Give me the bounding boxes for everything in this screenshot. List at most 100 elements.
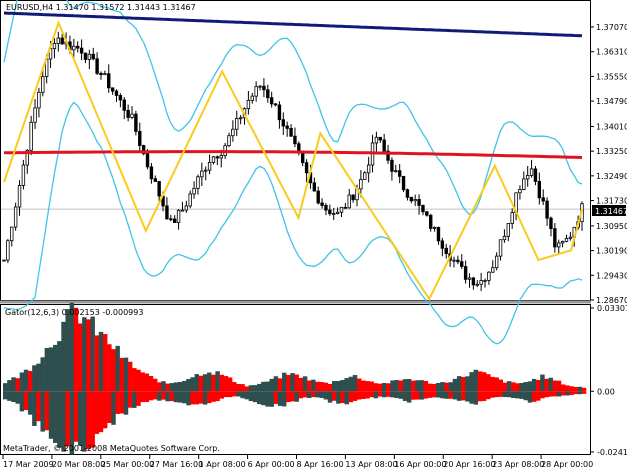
candle-body: [429, 214, 433, 229]
candle-body: [192, 187, 196, 195]
gator-upper-bar: [356, 378, 362, 392]
candle-body: [215, 156, 220, 159]
gator-upper-bar: [348, 376, 354, 392]
gator-lower-bar: [140, 391, 145, 403]
gator-upper-bar: [565, 385, 570, 392]
gator-upper-bar: [519, 382, 524, 392]
candle-body: [312, 182, 317, 192]
gator-upper-bar: [561, 384, 566, 392]
gator-upper-bar: [340, 379, 345, 392]
candle-body: [258, 85, 262, 88]
candle-body: [332, 213, 336, 215]
gator-upper-bar: [90, 316, 95, 392]
trading-chart[interactable]: 1.37070 1.36310 1.35550 1.34790 1.34010 1.332…: [0, 0, 627, 470]
gator-upper-bar: [452, 378, 458, 392]
gator-lower-bar: [23, 391, 29, 411]
gator-upper-bar: [223, 376, 229, 392]
gator-upper-bar: [86, 319, 91, 392]
candle-body: [107, 73, 111, 89]
gator-upper-bar: [98, 331, 104, 392]
gator-upper-bar: [361, 380, 366, 392]
gator-lower-bar: [165, 391, 170, 402]
gator-lower-bar: [269, 391, 274, 407]
gator-lower-bar: [177, 391, 183, 403]
gator-lower-bar: [340, 391, 345, 404]
gator-upper-bar: [186, 379, 191, 392]
gator-lower-bar: [398, 391, 404, 399]
gator-upper-bar: [286, 374, 291, 392]
gator-upper-bar: [111, 349, 116, 392]
gator-upper-bar: [319, 382, 324, 392]
candle-body: [41, 76, 45, 93]
gator-upper-bar: [102, 334, 108, 392]
candle-body: [463, 266, 468, 280]
candle-body: [281, 119, 286, 127]
gator-lower-bar: [82, 391, 87, 452]
gator-lower-bar: [273, 391, 279, 404]
gator-lower-bar: [7, 391, 12, 401]
gator-upper-bar: [244, 386, 249, 392]
candle-body: [130, 113, 134, 118]
gator-lower-bar: [27, 391, 33, 415]
candle-body: [114, 90, 119, 96]
gator-upper-bar: [569, 386, 574, 392]
gator-upper-bar: [194, 374, 200, 392]
candle-body: [87, 53, 92, 60]
gator-upper-bar: [402, 379, 408, 392]
candle-body: [363, 172, 367, 180]
gator-lower-bar: [523, 391, 528, 401]
gator-lower-bar: [257, 391, 262, 405]
price-tick-label: 1.34010: [596, 122, 627, 131]
price-tick-label: 1.29430: [596, 271, 627, 280]
gator-upper-bar: [523, 382, 528, 392]
gator-lower-bar: [436, 391, 441, 398]
gator-upper-bar: [502, 382, 508, 392]
candle-body: [83, 52, 88, 60]
gator-upper-bar: [144, 373, 150, 392]
gator-lower-bar: [65, 391, 70, 447]
candle-body: [231, 128, 235, 137]
candle-body: [13, 206, 18, 228]
candle-body: [409, 196, 414, 202]
gator-lower-bar: [561, 391, 566, 396]
gator-lower-bar: [94, 391, 100, 434]
candle-body: [184, 205, 189, 211]
gator-upper-bar: [448, 382, 454, 392]
gator-lower-bar: [565, 391, 570, 396]
candle-body: [456, 259, 460, 263]
gator-lower-bar: [327, 391, 333, 403]
gator-upper-bar: [157, 382, 162, 392]
candle-body: [440, 240, 445, 249]
gator-lower-bar: [481, 391, 487, 401]
gator-lower-bar: [265, 391, 270, 407]
candle-body: [444, 247, 448, 255]
candle-body: [316, 190, 320, 204]
gator-lower-bar: [11, 391, 16, 403]
gator-upper-bar: [540, 374, 545, 392]
gator-lower-bar: [86, 391, 91, 450]
gator-lower-bar: [456, 391, 462, 401]
gator-upper-bar: [544, 378, 549, 392]
gator-upper-bar: [469, 372, 474, 392]
gator-upper-bar: [369, 381, 374, 392]
gator-upper-bar: [248, 385, 254, 392]
gator-upper-bar: [11, 377, 16, 392]
gator-upper-bar: [302, 376, 308, 392]
gator-upper-bar: [423, 380, 429, 392]
gator-upper-bar: [32, 365, 37, 392]
candle-body: [149, 166, 154, 180]
indicator-header: Gator(12,6,3) 0.002153 -0.000993: [5, 308, 143, 317]
gator-upper-bar: [394, 380, 399, 392]
gator-lower-bar: [215, 391, 220, 402]
candle-body: [250, 95, 254, 101]
gator-lower-bar: [98, 391, 104, 433]
gator-upper-bar: [123, 357, 129, 392]
candle-body: [498, 239, 503, 257]
candle-body: [487, 271, 491, 281]
candle-body: [300, 152, 305, 164]
candle-body: [269, 97, 274, 105]
candle-body: [289, 127, 293, 137]
gator-upper-bar: [65, 309, 70, 392]
gator-upper-bar: [556, 380, 562, 392]
gator-upper-bar: [444, 382, 449, 392]
